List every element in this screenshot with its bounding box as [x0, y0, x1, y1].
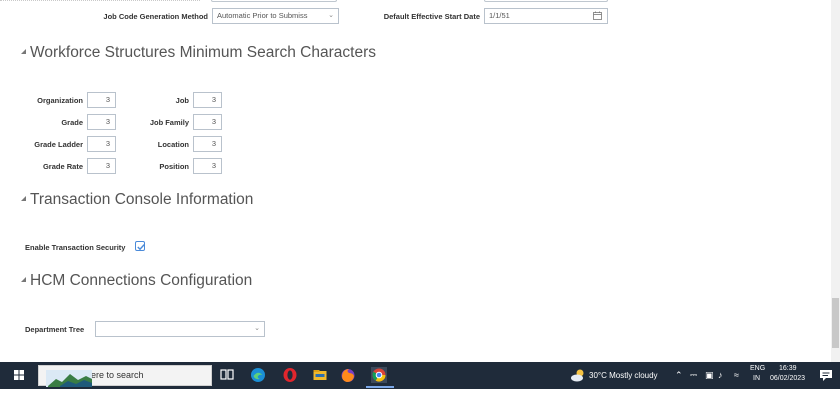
section-title: Transaction Console Information [30, 191, 254, 208]
location-input[interactable]: 3 [193, 136, 222, 152]
job-code-method-value: Automatic Prior to Submiss [217, 11, 308, 20]
default-start-date-value: 1/1/51 [489, 11, 510, 20]
field-label: Grade Rate [42, 162, 83, 171]
department-tree-select[interactable]: ⌄ [95, 321, 265, 337]
enable-transaction-security-checkbox[interactable] [135, 241, 145, 251]
section-title: HCM Connections Configuration [30, 272, 253, 289]
firefox-icon[interactable] [340, 367, 356, 383]
checkmark-icon [137, 244, 145, 251]
chrome-icon[interactable] [371, 367, 387, 383]
job-input[interactable]: 3 [193, 92, 222, 108]
calendar-icon[interactable] [593, 11, 603, 21]
job-code-method-label: Job Code Generation Method [103, 12, 208, 21]
weather-text[interactable]: 30°C Mostly cloudy [589, 371, 658, 380]
weather-cloud-icon[interactable] [570, 367, 586, 383]
task-view-icon[interactable] [219, 367, 235, 383]
field-label: Job Family [149, 118, 189, 127]
speaker-icon[interactable]: ♪ [718, 370, 723, 380]
chevron-down-icon: ⌄ [254, 325, 260, 332]
field-label: Location [157, 140, 189, 149]
language-bottom[interactable]: IN [753, 375, 760, 382]
collapse-triangle-icon [21, 196, 26, 201]
clock-time[interactable]: 16:39 [779, 365, 797, 372]
windows-start-icon[interactable] [9, 367, 29, 384]
chevron-up-icon[interactable]: ⌃ [675, 370, 683, 381]
position-input[interactable]: 3 [193, 158, 222, 174]
grade-ladder-input[interactable]: 3 [87, 136, 116, 152]
scrollbar-thumb[interactable] [832, 298, 839, 348]
power-icon[interactable]: ⎓ [690, 370, 697, 381]
page-content: Job Code Generation Method Automatic Pri… [0, 0, 840, 362]
department-tree-label: Department Tree [25, 325, 85, 334]
search-highlight-icon [46, 370, 92, 387]
default-start-date-label: Default Effective Start Date [383, 12, 480, 21]
grade-rate-input[interactable]: 3 [87, 158, 116, 174]
upper-field-stub[interactable] [211, 0, 337, 2]
clock-date[interactable]: 06/02/2023 [770, 375, 805, 382]
opera-icon[interactable] [282, 367, 298, 383]
bottom-margin [0, 389, 840, 419]
taskbar-search[interactable]: Type here to search [38, 365, 212, 387]
job-code-method-select[interactable]: Automatic Prior to Submiss ⌄ [212, 8, 339, 24]
collapse-triangle-icon [21, 277, 26, 282]
windows-taskbar: Type here to search 30°C Mostly cloudy ⌃… [0, 362, 840, 389]
job-family-input[interactable]: 3 [193, 114, 222, 130]
active-app-indicator [366, 386, 394, 388]
organization-input[interactable]: 3 [87, 92, 116, 108]
grade-input[interactable]: 3 [87, 114, 116, 130]
field-label: Job [175, 96, 189, 105]
section-hcm-header[interactable]: HCM Connections Configuration [21, 272, 252, 290]
wifi-icon[interactable]: ≈ [734, 370, 739, 380]
section-title: Workforce Structures Minimum Search Char… [30, 44, 376, 61]
default-start-date-input[interactable]: 1/1/51 [484, 8, 608, 24]
chevron-down-icon: ⌄ [328, 12, 334, 19]
language-top[interactable]: ENG [750, 365, 765, 372]
file-explorer-icon[interactable] [312, 367, 328, 383]
field-label: Organization [37, 96, 83, 105]
notification-icon[interactable] [818, 367, 834, 383]
section-workforce-header[interactable]: Workforce Structures Minimum Search Char… [21, 44, 376, 62]
field-label: Position [159, 162, 189, 171]
edge-icon[interactable] [250, 367, 266, 383]
upper-field-stub[interactable] [484, 0, 608, 2]
collapse-triangle-icon [21, 49, 26, 54]
divider [0, 0, 200, 1]
field-label: Grade Ladder [34, 140, 83, 149]
network-icon[interactable]: ▣ [705, 370, 714, 381]
enable-transaction-security-label: Enable Transaction Security [25, 243, 126, 252]
section-transaction-header[interactable]: Transaction Console Information [21, 191, 253, 209]
field-label: Grade [61, 118, 83, 127]
